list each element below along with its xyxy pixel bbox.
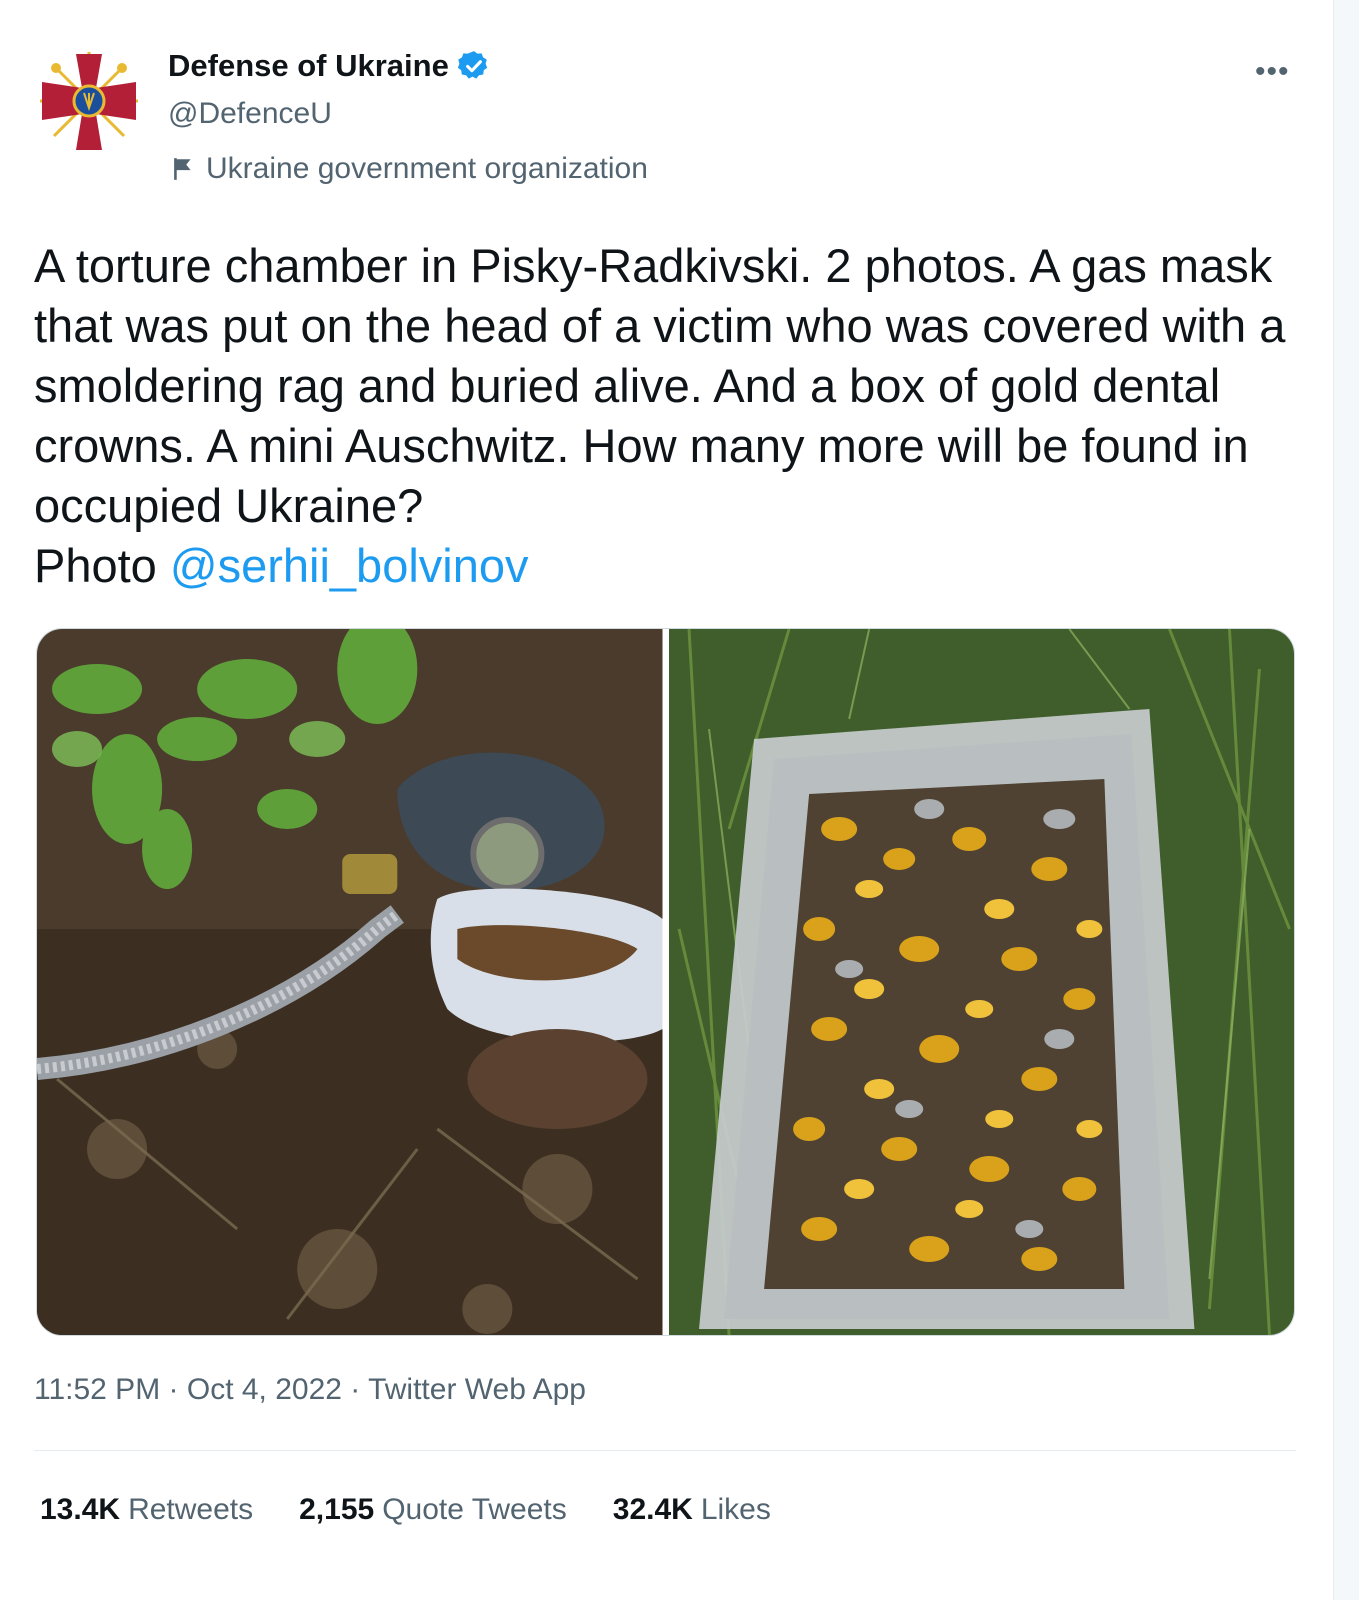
author-handle[interactable]: @DefenceU (168, 97, 332, 131)
tweet-meta: 11:52 PM · Oct 4, 2022 · Twitter Web App (34, 1373, 586, 1407)
government-label-text: Ukraine government organization (206, 152, 648, 185)
ministry-of-defence-emblem-icon (40, 52, 138, 150)
meta-separator: · (341, 1373, 369, 1406)
verified-badge-icon (457, 51, 488, 79)
retweets-stat[interactable]: 13.4K Retweets (40, 1493, 253, 1527)
author-name-row[interactable]: Defense of Ukraine (168, 48, 491, 84)
photo-gold-crowns-box[interactable] (668, 629, 1294, 1335)
avatar[interactable] (34, 46, 144, 156)
retweets-count: 13.4K (40, 1493, 121, 1526)
meta-separator: · (160, 1373, 187, 1406)
likes-count: 32.4K (612, 1493, 693, 1526)
tweet-source[interactable]: Twitter Web App (368, 1373, 586, 1406)
tweet-text: A torture chamber in Pisky-Radkivski. 2 … (34, 236, 1314, 596)
retweets-label: Retweets (128, 1493, 254, 1526)
divider (34, 1450, 1296, 1451)
quote-tweets-stat[interactable]: 2,155 Quote Tweets (299, 1493, 567, 1527)
quote-tweets-label: Quote Tweets (382, 1493, 567, 1526)
government-label: Ukraine government organization (170, 152, 648, 186)
quote-tweets-count: 2,155 (299, 1493, 375, 1526)
flag-icon (174, 158, 191, 180)
media-grid (36, 628, 1295, 1336)
more-options-button[interactable]: ••• (1255, 55, 1290, 89)
mention-link[interactable]: @serhii_bolvinov (170, 539, 529, 592)
tweet-time[interactable]: 11:52 PM (34, 1373, 160, 1406)
author-name[interactable]: Defense of Ukraine (168, 48, 449, 84)
tweet-card: Defense of Ukraine @DefenceU Ukraine gov… (0, 0, 1334, 1600)
engagement-stats: 13.4K Retweets 2,155 Quote Tweets 32.4K Lik… (40, 1493, 771, 1527)
tweet-date[interactable]: Oct 4, 2022 (187, 1373, 342, 1406)
gas-mask-photo-icon (37, 629, 663, 1335)
photo-gas-mask[interactable] (37, 629, 663, 1335)
likes-stat[interactable]: 32.4K Likes (613, 1493, 771, 1527)
gold-crowns-photo-icon (668, 629, 1294, 1335)
likes-label: Likes (700, 1493, 771, 1526)
